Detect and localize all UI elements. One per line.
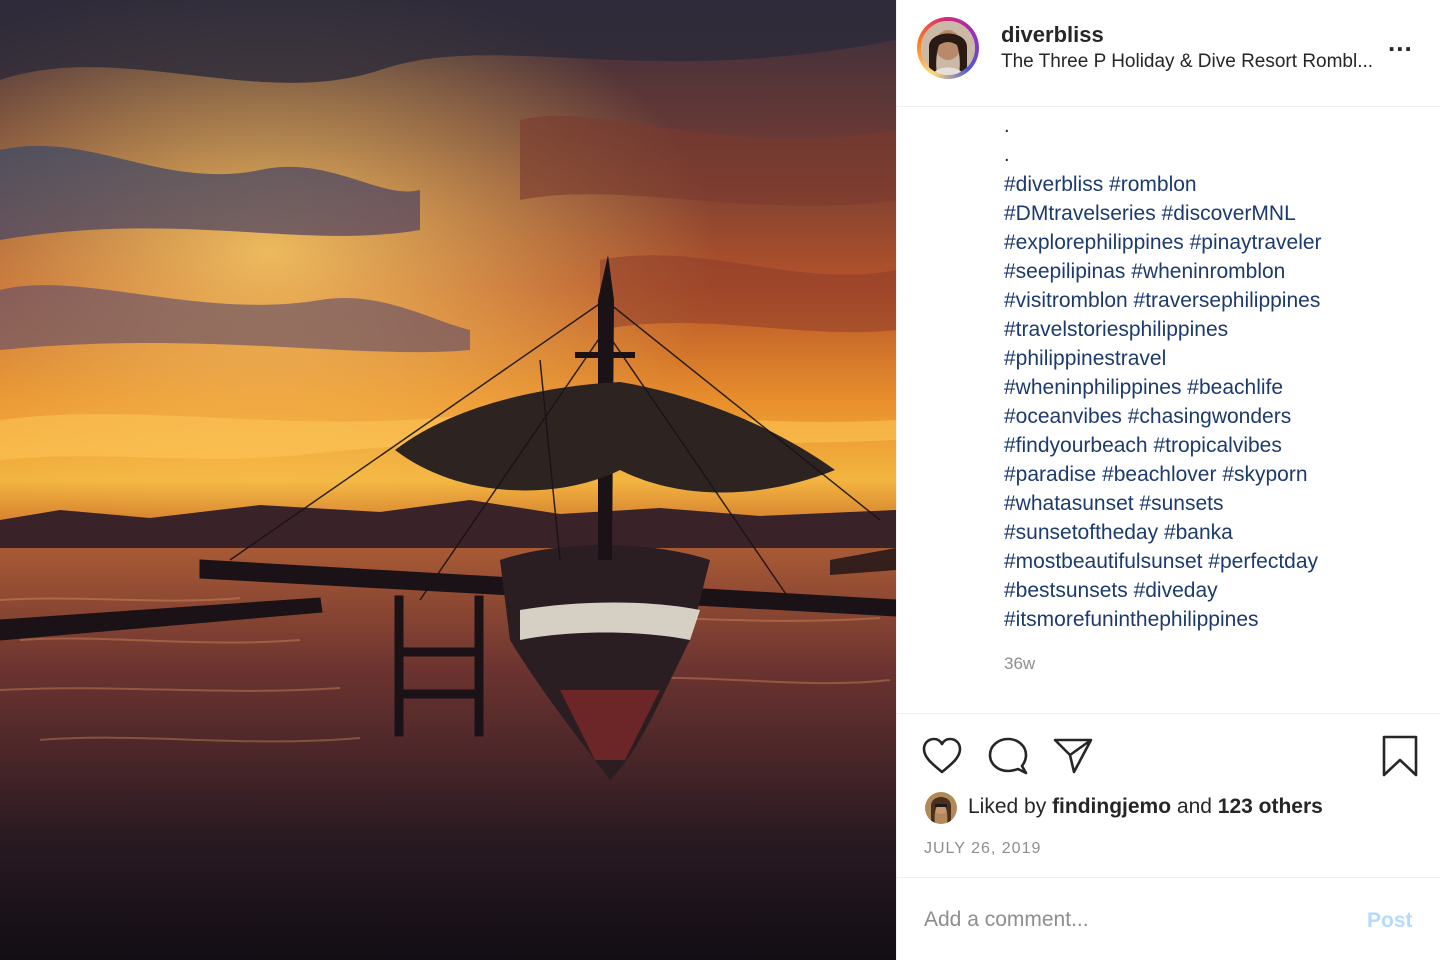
share-icon[interactable] <box>1052 736 1094 776</box>
hashtag-line[interactable]: #philippinestravel <box>1004 344 1424 373</box>
post-comment-button[interactable]: Post <box>1367 909 1413 933</box>
post-caption: . . #diverbliss #romblon #DMtravelseries… <box>1004 112 1424 632</box>
instagram-post: diverbliss The Three P Holiday & Dive Re… <box>0 0 1440 960</box>
hashtag-line[interactable]: #explorephilippines #pinaytraveler <box>1004 228 1424 257</box>
avatar-image <box>921 21 975 75</box>
post-date[interactable]: JULY 26, 2019 <box>924 840 1041 858</box>
caption-dot: . <box>1004 144 1010 166</box>
bookmark-icon[interactable] <box>1381 734 1419 778</box>
post-header: diverbliss The Three P Holiday & Dive Re… <box>897 0 1440 107</box>
likes-prefix: Liked by <box>968 795 1053 818</box>
more-options-icon[interactable]: ... <box>1388 29 1413 55</box>
likes-others[interactable]: 123 others <box>1218 795 1323 818</box>
likes-middle: and <box>1171 795 1218 818</box>
liker-username[interactable]: findingjemo <box>1052 795 1171 818</box>
comment-icon[interactable] <box>987 736 1029 776</box>
post-location[interactable]: The Three P Holiday & Dive Resort Rombl.… <box>1001 51 1411 73</box>
liker-avatar[interactable] <box>925 792 957 824</box>
hashtag-line[interactable]: #visitromblon #traversephilippines <box>1004 286 1424 315</box>
hashtag-line[interactable]: #bestsunsets #diveday <box>1004 576 1424 605</box>
hashtag-line[interactable]: #diverbliss #romblon <box>1004 170 1424 199</box>
post-username[interactable]: diverbliss <box>1001 22 1104 48</box>
hashtag-line[interactable]: #travelstoriesphilippines <box>1004 315 1424 344</box>
heart-icon[interactable] <box>921 736 963 776</box>
hashtag-line[interactable]: #whatasunset #sunsets <box>1004 489 1424 518</box>
hashtag-line[interactable]: #mostbeautifulsunset #perfectday <box>1004 547 1424 576</box>
hashtag-line[interactable]: #DMtravelseries #discoverMNL <box>1004 199 1424 228</box>
comment-divider <box>897 877 1440 878</box>
post-photo[interactable] <box>0 0 896 960</box>
hashtag-line[interactable]: #findyourbeach #tropicalvibes <box>1004 431 1424 460</box>
comment-input[interactable] <box>924 908 1324 932</box>
post-sidebar: diverbliss The Three P Holiday & Dive Re… <box>896 0 1440 960</box>
hashtag-line[interactable]: #oceanvibes #chasingwonders <box>1004 402 1424 431</box>
caption-dot: . <box>1004 115 1010 137</box>
hashtag-line[interactable]: #wheninphilippines #beachlife <box>1004 373 1424 402</box>
hashtag-line[interactable]: #sunsetoftheday #banka <box>1004 518 1424 547</box>
sunset-boat-image <box>0 0 896 960</box>
profile-avatar[interactable] <box>921 21 975 75</box>
liker-avatar-image <box>925 792 957 824</box>
story-ring[interactable] <box>917 17 979 79</box>
hashtag-line[interactable]: #itsmorefuninthephilippines <box>1004 605 1424 634</box>
hashtag-line[interactable]: #seepilipinas #wheninromblon <box>1004 257 1424 286</box>
hashtag-line[interactable]: #paradise #beachlover #skyporn <box>1004 460 1424 489</box>
post-time-ago[interactable]: 36w <box>1004 654 1035 674</box>
likes-text[interactable]: Liked by findingjemo and 123 others <box>968 795 1323 819</box>
actions-divider <box>897 713 1440 714</box>
